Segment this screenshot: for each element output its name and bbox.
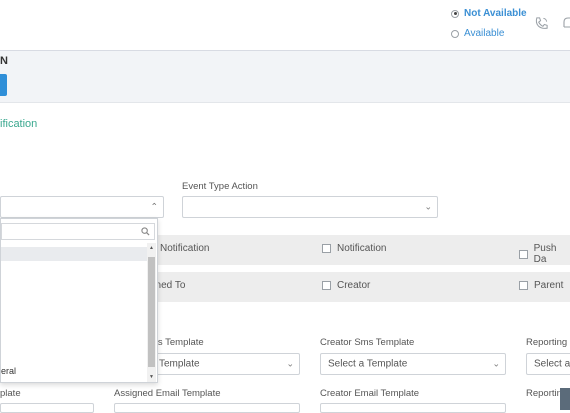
event-type-action-label: Event Type Action (182, 181, 258, 192)
assigned-email-template-label: Assigned Email Template (114, 388, 221, 399)
checkbox[interactable] (322, 244, 331, 253)
checkbox[interactable] (322, 281, 331, 290)
creator-sms-template-value: Select a Template (328, 358, 408, 370)
search-icon (141, 227, 150, 236)
parent-label: Parent (534, 280, 564, 291)
dropdown-scrollbar[interactable]: ▲ ▼ (147, 243, 156, 382)
creator-email-template-label: Creator Email Template (320, 388, 420, 399)
notification-option-2[interactable]: Notification (322, 243, 386, 254)
chevron-up-icon: ⌃ (150, 201, 158, 212)
page-title: N (0, 55, 8, 67)
reporting-sms-template-label: Reporting (526, 337, 568, 348)
reporting-email-template-label: Reportin (526, 388, 562, 399)
event-type-action-select[interactable]: ⌄ (182, 196, 438, 218)
notification-option-1-label: Notification (160, 243, 210, 254)
radio-unchecked-icon[interactable] (451, 29, 459, 38)
push-option[interactable]: Push Da (519, 243, 570, 265)
section-title-link[interactable]: ification (0, 118, 37, 130)
assigned-sms-template-value: Template (159, 358, 200, 370)
phone-icon[interactable] (534, 16, 549, 31)
scroll-up-arrow-icon[interactable]: ▲ (147, 245, 156, 251)
creator-sms-template-label: Creator Sms Template (320, 337, 415, 348)
status-available-option[interactable]: Available (451, 28, 504, 39)
scroll-to-top-button[interactable] (560, 388, 570, 410)
scrollbar-thumb[interactable] (148, 257, 155, 367)
reporting-sms-template-value: Select a (534, 358, 570, 370)
notification-option-2-label: Notification (337, 243, 387, 254)
event-type-dropdown: eral ▲ ▼ (0, 218, 158, 383)
creator-option[interactable]: Creator (322, 280, 370, 291)
checkbox[interactable] (519, 281, 528, 290)
dropdown-item-highlighted[interactable] (1, 247, 147, 261)
radio-checked-icon[interactable] (451, 9, 459, 18)
creator-label: Creator (337, 280, 371, 291)
dropdown-search-input[interactable] (1, 223, 155, 240)
chevron-down-icon: ⌄ (492, 358, 500, 369)
status-available-label: Available (464, 28, 505, 39)
status-not-available-option[interactable]: Not Available (451, 8, 527, 19)
scroll-down-arrow-icon[interactable]: ▼ (147, 374, 156, 380)
checkbox[interactable] (519, 249, 528, 259)
notification-option-1[interactable]: Notification (160, 243, 209, 254)
assigned-email-template-select[interactable] (114, 403, 300, 413)
chevron-down-icon: ⌄ (424, 201, 432, 212)
chevron-down-icon: ⌄ (286, 358, 294, 369)
email-template-select[interactable] (0, 403, 94, 413)
email-template-label: plate (0, 388, 21, 399)
assigned-sms-template-select[interactable]: Template ⌄ (150, 353, 300, 375)
parent-option[interactable]: Parent (519, 280, 563, 291)
dropdown-item[interactable]: eral (1, 366, 16, 376)
creator-email-template-select[interactable] (320, 403, 506, 413)
push-option-label: Push Da (533, 243, 557, 265)
primary-button[interactable] (0, 74, 7, 96)
status-not-available-label: Not Available (464, 8, 527, 19)
creator-sms-template-select[interactable]: Select a Template ⌄ (320, 353, 506, 375)
assigned-sms-template-label: ms Template (150, 337, 204, 348)
bell-icon[interactable] (562, 16, 570, 31)
page-header-bar (0, 51, 570, 103)
reporting-sms-template-select[interactable]: Select a (526, 353, 570, 375)
event-type-select[interactable]: ⌃ (0, 196, 164, 218)
